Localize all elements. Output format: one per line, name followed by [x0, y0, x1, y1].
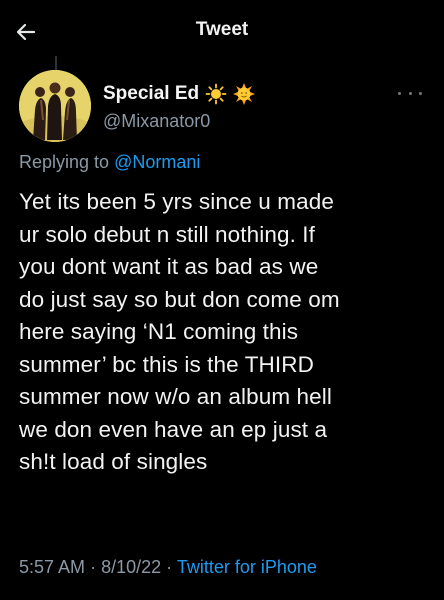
- tweet-line: here saying ‘N1 coming this: [19, 319, 299, 344]
- mention-link[interactable]: @Normani: [114, 152, 200, 172]
- tweet-line: we don even have an ep just a: [19, 416, 328, 442]
- tweet-line: do just say so but don come om: [19, 286, 340, 312]
- tweet-source-link[interactable]: Twitter for iPhone: [177, 557, 317, 577]
- arrow-left-icon: [16, 23, 36, 41]
- separator: ·: [166, 557, 173, 577]
- dot-icon: [419, 91, 422, 95]
- separator: ·: [90, 557, 97, 577]
- tweet-time[interactable]: 5:57 AM: [19, 557, 85, 577]
- replying-to-label: Replying to: [19, 152, 110, 172]
- tweet-line: ur solo debut n still nothing. If: [19, 221, 315, 247]
- tweet-date[interactable]: 8/10/22: [101, 557, 161, 577]
- dot-icon: [408, 91, 412, 95]
- user-info: Special Ed @Mixanator0: [103, 82, 256, 134]
- tweet-line: sh!t load of singles: [19, 449, 208, 474]
- tweet-text: Yet its been 5 yrs since u made ur solo …: [19, 186, 431, 479]
- replying-to: Replying to @Normani: [19, 152, 200, 173]
- display-name[interactable]: Special Ed: [103, 82, 199, 106]
- dot-icon: [398, 91, 401, 95]
- tweet-line: summer’ bc this is the THIRD: [19, 351, 314, 377]
- tweet-line: you dont want it as bad as we: [19, 254, 319, 279]
- thread-connector-line: [55, 56, 57, 70]
- more-options-button[interactable]: [398, 88, 422, 98]
- display-name-row[interactable]: Special Ed: [103, 82, 256, 106]
- user-handle[interactable]: @Mixanator0: [103, 108, 255, 134]
- tweet-meta: 5:57 AM · 8/10/22 · Twitter for iPhone: [19, 557, 317, 578]
- tweet-line: Yet its been 5 yrs since u made: [19, 189, 334, 214]
- avatar-image: [19, 70, 91, 142]
- page-title: Tweet: [195, 19, 249, 40]
- tweet-line: summer now w/o an album hell: [19, 384, 332, 409]
- back-button[interactable]: [12, 18, 40, 46]
- top-bar: Tweet: [0, 0, 444, 62]
- sun-icon: [205, 83, 227, 105]
- avatar[interactable]: [19, 70, 91, 142]
- sun-face-icon: [233, 83, 256, 105]
